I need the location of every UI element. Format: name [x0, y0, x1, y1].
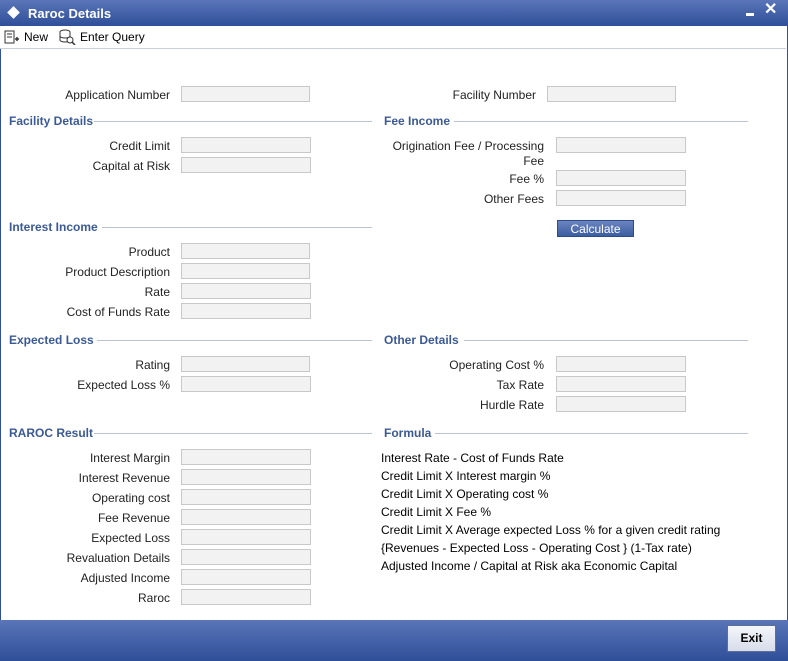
minimize-icon[interactable]	[744, 4, 758, 18]
close-icon[interactable]: ✕	[764, 2, 777, 18]
operating-cost-label: Operating cost	[91, 491, 170, 505]
fee-pct-field[interactable]	[556, 170, 686, 186]
formula-line: Adjusted Income / Capital at Risk aka Ec…	[381, 559, 678, 573]
product-field[interactable]	[181, 243, 310, 259]
window-title: Raroc Details	[28, 6, 112, 21]
other-details-heading: Other Details	[384, 333, 459, 347]
product-label: Product	[128, 245, 170, 259]
toolbar: New Enter Query	[0, 26, 786, 49]
interest-margin-label: Interest Margin	[89, 451, 170, 465]
fee-revenue-field[interactable]	[181, 509, 311, 525]
hurdle-rate-label: Hurdle Rate	[479, 398, 544, 412]
tax-rate-label: Tax Rate	[496, 378, 544, 392]
application-number-field[interactable]	[181, 86, 310, 102]
fee-revenue-label: Fee Revenue	[97, 511, 170, 525]
formula-line: Interest Rate - Cost of Funds Rate	[381, 451, 564, 465]
formula-line: Credit Limit X Fee %	[381, 505, 492, 519]
interest-revenue-label: Interest Revenue	[78, 471, 170, 485]
formula-line: {Revenues - Expected Loss - Operating Co…	[381, 541, 692, 555]
expected-loss-result-label: Expected Loss	[91, 531, 170, 545]
rate-label: Rate	[144, 285, 170, 299]
revaluation-details-label: Revaluation Details	[66, 551, 170, 565]
expected-loss-heading: Expected Loss	[9, 333, 94, 347]
rating-label: Rating	[135, 358, 170, 372]
origination-fee-label: Origination Fee / Processing Fee	[365, 139, 544, 169]
cost-of-funds-rate-field[interactable]	[181, 303, 311, 319]
application-number-label: Application Number	[65, 88, 170, 102]
adjusted-income-label: Adjusted Income	[80, 571, 170, 585]
hurdle-rate-field[interactable]	[556, 396, 686, 412]
raroc-result-divider	[94, 433, 372, 434]
raroc-field[interactable]	[181, 589, 311, 605]
facility-number-field[interactable]	[547, 86, 676, 102]
tax-rate-field[interactable]	[556, 376, 686, 392]
formula-line: Credit Limit X Operating cost %	[381, 487, 549, 501]
enter-query-button[interactable]: Enter Query	[58, 28, 145, 46]
capital-at-risk-field[interactable]	[181, 157, 311, 173]
facility-details-divider	[94, 121, 372, 122]
interest-margin-field[interactable]	[181, 449, 311, 465]
expected-loss-pct-field[interactable]	[181, 376, 311, 392]
expected-loss-pct-label: Expected Loss %	[77, 378, 170, 392]
facility-number-label: Facility Number	[452, 88, 536, 102]
interest-income-divider	[102, 227, 372, 228]
cost-of-funds-rate-label: Cost of Funds Rate	[66, 305, 170, 319]
new-button[interactable]: New	[4, 28, 48, 46]
adjusted-income-field[interactable]	[181, 569, 311, 585]
rating-field[interactable]	[181, 356, 310, 372]
expected-loss-result-field[interactable]	[181, 529, 311, 545]
expected-loss-divider	[97, 340, 372, 341]
other-fees-field[interactable]	[556, 190, 686, 206]
interest-income-heading: Interest Income	[9, 220, 98, 234]
exit-button[interactable]: Exit	[727, 625, 776, 652]
rate-field[interactable]	[181, 283, 311, 299]
product-description-field[interactable]	[181, 263, 310, 279]
formula-line: Credit Limit X Average expected Loss % f…	[381, 523, 721, 537]
capital-at-risk-label: Capital at Risk	[92, 159, 170, 173]
fee-income-divider	[454, 121, 748, 122]
interest-revenue-field[interactable]	[181, 469, 311, 485]
revaluation-details-field[interactable]	[181, 549, 311, 565]
formula-line: Credit Limit X Interest margin %	[381, 469, 551, 483]
formula-divider	[435, 433, 748, 434]
fee-pct-label: Fee %	[509, 172, 544, 186]
fee-income-heading: Fee Income	[384, 114, 451, 128]
new-label: New	[24, 30, 49, 44]
raroc-result-heading: RAROC Result	[9, 426, 94, 440]
credit-limit-field[interactable]	[181, 137, 311, 153]
window-diamond-icon	[7, 6, 20, 19]
facility-details-heading: Facility Details	[9, 114, 94, 128]
credit-limit-label: Credit Limit	[109, 139, 170, 153]
new-document-icon	[4, 30, 19, 44]
product-description-label: Product Description	[65, 265, 170, 279]
other-fees-label: Other Fees	[483, 192, 544, 206]
enter-query-label: Enter Query	[80, 30, 145, 44]
query-database-icon	[59, 29, 76, 45]
operating-cost-pct-field[interactable]	[556, 356, 686, 372]
origination-fee-field[interactable]	[556, 137, 686, 153]
origination-fee-label-line1: Origination Fee / Processing	[392, 139, 544, 153]
calculate-button[interactable]: Calculate	[557, 220, 634, 237]
title-bar: Raroc Details ✕	[0, 0, 788, 26]
other-details-divider	[464, 340, 748, 341]
operating-cost-field[interactable]	[181, 489, 311, 505]
formula-heading: Formula	[384, 426, 432, 440]
operating-cost-pct-label: Operating Cost %	[449, 358, 544, 372]
origination-fee-label-line2: Fee	[523, 154, 544, 168]
raroc-label: Raroc	[137, 591, 170, 605]
footer-bar	[0, 620, 788, 661]
